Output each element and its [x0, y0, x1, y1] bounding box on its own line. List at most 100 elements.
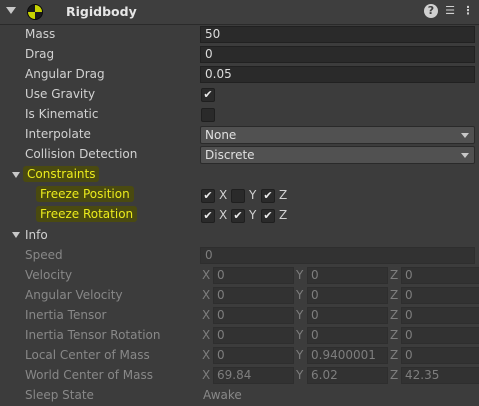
freeze-position-x-checkbox[interactable]: ✔: [201, 189, 215, 203]
axis-z-label: Z: [390, 368, 399, 382]
mass-label: Mass: [25, 27, 56, 41]
interpolate-label: Interpolate: [25, 127, 91, 141]
local-center-of-mass-row: Local Center of Mass X 0 Y 0.9400001 Z 0: [0, 346, 479, 366]
freeze-position-y-checkbox[interactable]: [231, 189, 245, 203]
vector-x-field: 0: [213, 287, 294, 304]
vector-x-field: 0: [213, 307, 294, 324]
vector-y-field: 0: [307, 327, 388, 344]
component-title: Rigidbody: [66, 4, 137, 19]
interpolate-value: None: [205, 128, 237, 142]
axis-x-label: X: [202, 328, 211, 342]
freeze-position-z-checkbox[interactable]: ✔: [261, 189, 275, 203]
angular-drag-row: Angular Drag 0.05: [0, 65, 479, 85]
axis-z-label: Z: [390, 308, 399, 322]
axis-x-label: X: [202, 368, 211, 382]
sleep-state-label: Sleep State: [25, 388, 94, 402]
vector-x-field: 69.84: [213, 367, 294, 384]
inertia-tensor-rotation-label: Inertia Tensor Rotation: [25, 328, 161, 342]
axis-z-label: Z: [390, 288, 399, 302]
freeze-position-row: Freeze Position ✔ X Y ✔ Z: [0, 186, 479, 206]
axis-z-label: Z: [390, 268, 399, 282]
interpolate-row: Interpolate None: [0, 125, 479, 145]
angular-drag-field[interactable]: 0.05: [200, 66, 475, 83]
drag-label: Drag: [25, 47, 55, 61]
constraints-label: Constraints: [23, 166, 100, 182]
axis-x-label: X: [202, 348, 211, 362]
freeze-rotation-label: Freeze Rotation: [36, 206, 138, 222]
is-kinematic-label: Is Kinematic: [25, 107, 99, 121]
help-icon[interactable]: ?: [424, 4, 438, 18]
interpolate-dropdown[interactable]: None: [200, 126, 475, 144]
inertia-tensor-label: Inertia Tensor: [25, 308, 107, 322]
fold-arrow-icon[interactable]: [12, 172, 20, 178]
angular-drag-label: Angular Drag: [25, 67, 105, 81]
axis-y-label: Y: [249, 208, 257, 222]
freeze-rotation-x-checkbox[interactable]: ✔: [201, 209, 215, 223]
speed-field: 0: [200, 247, 475, 264]
vector-y-field: 0: [307, 287, 388, 304]
vector-z-field: 0: [401, 307, 479, 324]
axis-y-label: Y: [296, 348, 304, 362]
world-center-of-mass-label: World Center of Mass: [25, 368, 153, 382]
collision-detection-label: Collision Detection: [25, 147, 138, 161]
vector-y-field: 6.02: [307, 367, 388, 384]
world-center-of-mass-row: World Center of Mass X 69.84 Y 6.02 Z 42.35: [0, 366, 479, 386]
is-kinematic-row: Is Kinematic: [0, 105, 479, 125]
sliders-icon[interactable]: ☰: [443, 4, 457, 18]
velocity-row: Velocity X0Y0Z0: [0, 266, 479, 286]
axis-x-label: X: [202, 308, 211, 322]
sleep-state-row: Sleep State Awake: [0, 386, 479, 406]
vector-y-field: 0.9400001: [307, 347, 388, 364]
constraints-foldout[interactable]: Constraints: [0, 166, 479, 186]
sleep-state-value: Awake: [203, 388, 242, 402]
drag-row: Drag 0: [0, 45, 479, 65]
dropdown-arrow-icon: [461, 133, 469, 138]
velocity-label: Velocity: [25, 268, 73, 282]
vector-x-field: 0: [213, 327, 294, 344]
fold-arrow-icon[interactable]: [6, 7, 16, 14]
axis-y-label: Y: [296, 288, 304, 302]
drag-field[interactable]: 0: [200, 46, 475, 63]
info-foldout[interactable]: Info: [0, 226, 479, 246]
inertia-tensor-row: Inertia Tensor X0Y0Z0: [0, 306, 479, 326]
freeze-rotation-z-checkbox[interactable]: ✔: [261, 209, 275, 223]
freeze-rotation-row: Freeze Rotation ✔ X ✔ Y ✔ Z: [0, 206, 479, 226]
angular-velocity-row: Angular Velocity X0Y0Z0: [0, 286, 479, 306]
vector-z-field: 0: [401, 287, 479, 304]
collision-detection-dropdown[interactable]: Discrete: [200, 146, 475, 164]
vector-z-field: 42.35: [401, 367, 479, 384]
vector-z-field: 0: [401, 347, 479, 364]
fold-arrow-icon[interactable]: [12, 232, 20, 238]
axis-z-label: Z: [390, 328, 399, 342]
vector-z-field: 0: [401, 327, 479, 344]
rigidbody-icon: [27, 4, 43, 20]
freeze-position-label: Freeze Position: [36, 186, 134, 202]
vector-y-field: 0: [307, 307, 388, 324]
axis-x-label: X: [202, 288, 211, 302]
use-gravity-row: Use Gravity ✔: [0, 85, 479, 105]
axis-z-label: Z: [279, 188, 288, 202]
vector-x-field: 0: [213, 267, 294, 284]
freeze-rotation-y-checkbox[interactable]: ✔: [231, 209, 245, 223]
mass-field[interactable]: 50: [200, 26, 475, 43]
axis-z-label: Z: [390, 348, 399, 362]
speed-label: Speed: [25, 248, 63, 262]
vector-z-field: 0: [401, 267, 479, 284]
dropdown-arrow-icon: [461, 153, 469, 158]
axis-x-label: X: [202, 268, 211, 282]
axis-y-label: Y: [249, 188, 257, 202]
more-icon[interactable]: ⋮: [461, 4, 475, 18]
axis-y-label: Y: [296, 268, 304, 282]
info-label: Info: [25, 228, 48, 242]
collision-detection-row: Collision Detection Discrete: [0, 145, 479, 165]
axis-z-label: Z: [279, 208, 288, 222]
vector-y-field: 0: [307, 267, 388, 284]
component-header: Rigidbody ? ☰ ⋮: [0, 0, 479, 25]
collision-detection-value: Discrete: [205, 148, 255, 162]
is-kinematic-checkbox[interactable]: [201, 108, 215, 122]
use-gravity-checkbox[interactable]: ✔: [201, 88, 215, 102]
axis-x-label: X: [219, 208, 228, 222]
axis-y-label: Y: [296, 308, 304, 322]
vector-x-field: 0: [213, 347, 294, 364]
speed-row: Speed 0: [0, 246, 479, 266]
